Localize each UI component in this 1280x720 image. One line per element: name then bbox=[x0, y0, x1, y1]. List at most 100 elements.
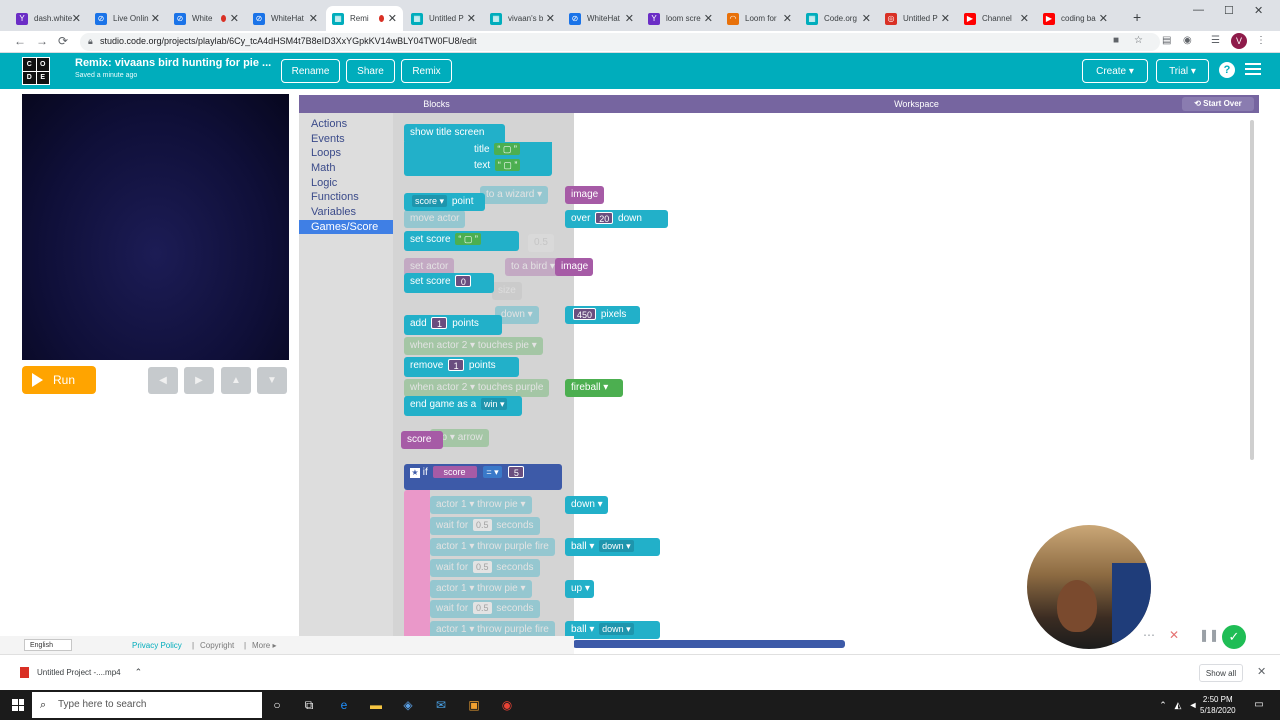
tab-close-icon[interactable]: ✕ bbox=[151, 12, 160, 25]
start-over-button[interactable]: ⟲ Start Over bbox=[1182, 97, 1254, 111]
category-events[interactable]: Events bbox=[299, 132, 393, 146]
add-points-block[interactable]: add 1 points bbox=[404, 315, 502, 335]
windows-start-icon[interactable] bbox=[12, 699, 24, 711]
throw-purple-fireball-2[interactable]: ball ▾ down ▾ bbox=[565, 621, 660, 639]
browser-tab[interactable]: Ydash.white ✕ bbox=[10, 6, 87, 31]
pause-icon[interactable]: ❚❚ bbox=[1199, 628, 1219, 642]
browser-tab[interactable]: ⊘ WhiteHat ✕ bbox=[247, 6, 324, 31]
if-block[interactable]: ★ if score = ▾ 5 bbox=[404, 464, 562, 490]
more-link[interactable]: More ▸ bbox=[252, 641, 276, 650]
reading-list-icon[interactable]: ☰ bbox=[1211, 35, 1220, 46]
tab-close-icon[interactable]: ✕ bbox=[230, 12, 239, 25]
webcam-bubble[interactable] bbox=[1025, 523, 1153, 651]
up-dropdown[interactable]: up ▾ bbox=[565, 580, 594, 598]
browser-tab[interactable]: ▶ Channel ✕ bbox=[958, 6, 1035, 31]
cortana-icon[interactable]: ○ bbox=[269, 697, 285, 713]
new-tab-button[interactable]: + bbox=[1133, 9, 1141, 25]
browser-tab[interactable]: ▦ Untitled P ✕ bbox=[405, 6, 482, 31]
category-functions[interactable]: Functions bbox=[299, 190, 393, 204]
tab-close-icon[interactable]: ✕ bbox=[625, 12, 634, 25]
chevron-up-icon[interactable]: ⌃ bbox=[135, 667, 143, 678]
taskbar-search[interactable]: ⌕ Type here to search bbox=[32, 692, 262, 718]
set-score-number-block[interactable]: set score 0 bbox=[404, 273, 494, 293]
copyright-link[interactable]: Copyright bbox=[200, 641, 234, 650]
workspace-scrollbar[interactable] bbox=[1250, 120, 1254, 460]
category-variables[interactable]: Variables bbox=[299, 205, 393, 219]
profile-avatar[interactable]: V bbox=[1231, 33, 1247, 49]
code-logo[interactable]: C O D E bbox=[22, 57, 50, 85]
browser-tab[interactable]: ◠ Loom for ✕ bbox=[721, 6, 798, 31]
download-item[interactable]: Untitled Project -....mp4 ⌃ bbox=[20, 667, 142, 678]
throw-purple-fireball[interactable]: ball ▾ down ▾ bbox=[565, 538, 660, 556]
forward-icon[interactable]: → bbox=[36, 34, 48, 48]
edge-icon[interactable]: e bbox=[336, 697, 352, 713]
arrow-right-button[interactable]: ▶ bbox=[184, 367, 214, 394]
browser-tab[interactable]: ⊘ WhiteHat ✕ bbox=[563, 6, 640, 31]
workspace-pixels-block[interactable]: 450 pixels bbox=[565, 306, 640, 324]
tab-close-icon[interactable]: ✕ bbox=[388, 12, 397, 25]
add-value[interactable]: 1 bbox=[431, 317, 448, 330]
down-dropdown-1[interactable]: down ▾ bbox=[565, 496, 608, 514]
file-explorer-icon[interactable]: ▬ bbox=[368, 697, 384, 713]
gear-icon[interactable]: ★ bbox=[410, 468, 420, 478]
tab-close-icon[interactable]: ✕ bbox=[862, 12, 871, 25]
score-point-block[interactable]: score ▾ point bbox=[404, 193, 485, 211]
show-all-button[interactable]: Show all bbox=[1199, 664, 1243, 682]
game-stage[interactable] bbox=[22, 94, 289, 360]
store-icon[interactable]: ▣ bbox=[466, 697, 482, 713]
browser-tab[interactable]: ⊘ Live Onlin ✕ bbox=[89, 6, 166, 31]
text-string-slot[interactable]: “ ▢ ” bbox=[494, 159, 521, 172]
privacy-policy-link[interactable]: Privacy Policy bbox=[132, 641, 182, 650]
end-game-dropdown[interactable]: win ▾ bbox=[480, 398, 508, 411]
remix-button[interactable]: Remix bbox=[401, 59, 452, 83]
taskbar-clock[interactable]: 2:50 PM 5/18/2020 bbox=[1200, 694, 1236, 716]
more-menu-icon[interactable]: ⋮ bbox=[1256, 35, 1266, 46]
tab-close-icon[interactable]: ✕ bbox=[941, 12, 950, 25]
extension-icon-2[interactable]: ◉ bbox=[1183, 35, 1192, 46]
score-variable-dropdown[interactable]: score ▾ bbox=[412, 195, 448, 208]
rename-button[interactable]: Rename bbox=[281, 59, 340, 83]
score-variable-block[interactable]: score bbox=[401, 431, 443, 449]
chrome-icon[interactable]: ◉ bbox=[499, 697, 515, 713]
ball-fragment-2[interactable]: ball ▾ bbox=[571, 624, 594, 635]
down-dropdown-2[interactable]: down ▾ bbox=[599, 540, 634, 553]
browser-tab[interactable]: ▦ Remi ✕ bbox=[326, 6, 403, 31]
cancel-recording-icon[interactable]: ✕ bbox=[1169, 628, 1179, 642]
close-window-icon[interactable]: ✕ bbox=[1254, 4, 1263, 17]
end-game-block[interactable]: end game as a win ▾ bbox=[404, 396, 522, 416]
workspace-move-block[interactable]: over 20 down bbox=[565, 210, 668, 228]
if-score-variable[interactable]: score bbox=[432, 466, 477, 479]
minimize-icon[interactable]: — bbox=[1193, 4, 1204, 16]
maximize-icon[interactable]: ☐ bbox=[1224, 4, 1234, 17]
browser-tab[interactable]: ⊘ White ✕ bbox=[168, 6, 245, 31]
tab-close-icon[interactable]: ✕ bbox=[309, 12, 318, 25]
workspace-image-block[interactable]: image bbox=[565, 186, 605, 204]
tray-chevron-icon[interactable]: ⌃ bbox=[1155, 697, 1171, 713]
remove-points-block[interactable]: remove 1 points bbox=[404, 357, 519, 377]
category-loops[interactable]: Loops bbox=[299, 146, 393, 160]
notification-icon[interactable]: ▭ bbox=[1251, 697, 1267, 713]
fireball-dropdown[interactable]: fireball ▾ bbox=[565, 379, 623, 397]
browser-tab[interactable]: ◎ Untitled P ✕ bbox=[879, 6, 956, 31]
close-download-bar-icon[interactable]: ✕ bbox=[1257, 665, 1266, 678]
category-math[interactable]: Math bbox=[299, 161, 393, 175]
if-operator[interactable]: = ▾ bbox=[483, 466, 502, 479]
url-text[interactable]: studio.code.org/projects/playlab/6Cy_tcA… bbox=[100, 36, 477, 46]
reload-icon[interactable]: ⟳ bbox=[58, 34, 68, 48]
browser-tab[interactable]: Yloom scre ✕ bbox=[642, 6, 719, 31]
if-value[interactable]: 5 bbox=[508, 466, 525, 479]
browser-tab[interactable]: ▶ coding ba ✕ bbox=[1037, 6, 1114, 31]
category-games-score[interactable]: Games/Score bbox=[299, 220, 393, 234]
set-score-string-block[interactable]: set score “ ▢ ” bbox=[404, 231, 519, 251]
bookmark-star-icon[interactable]: ☆ bbox=[1134, 35, 1143, 46]
help-icon[interactable]: ? bbox=[1219, 62, 1235, 78]
trial-dropdown[interactable]: Trial ▾ bbox=[1156, 59, 1209, 83]
set-score-string-slot[interactable]: “ ▢ ” bbox=[455, 233, 481, 246]
arrow-down-button[interactable]: ▼ bbox=[257, 367, 287, 394]
extension-icon[interactable]: ▤ bbox=[1162, 35, 1171, 46]
ball-fragment[interactable]: ball ▾ bbox=[571, 541, 594, 552]
more-options-icon[interactable]: ⋯ bbox=[1143, 628, 1155, 642]
tab-close-icon[interactable]: ✕ bbox=[1020, 12, 1029, 25]
network-icon[interactable]: ◭ bbox=[1170, 697, 1186, 713]
over-value[interactable]: 20 bbox=[595, 212, 614, 225]
